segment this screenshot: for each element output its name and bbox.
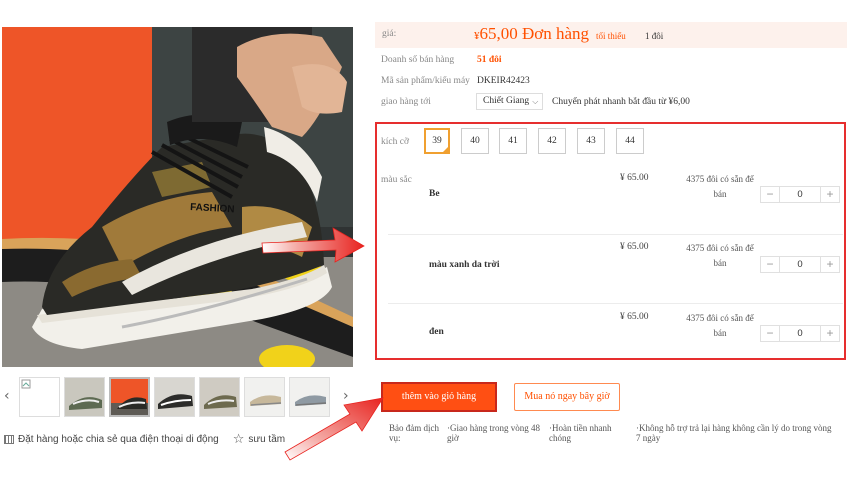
quantity-value[interactable]: 0 xyxy=(779,326,821,341)
quantity-value[interactable]: 0 xyxy=(779,257,821,272)
chevron-down-icon: ⌵ xyxy=(532,97,539,106)
size-option-40[interactable]: 40 xyxy=(461,128,489,154)
color-name: màu xanh da trời xyxy=(429,260,500,270)
color-stock: 4375 đôi có sẵn để bán xyxy=(686,313,754,338)
thumbnail-strip: ‹ › xyxy=(2,376,357,418)
price-amount: 65,00 xyxy=(479,24,518,43)
minus-icon[interactable]: − xyxy=(761,187,779,202)
price-value: ¥65,00 Đơn hàng xyxy=(474,24,589,44)
size-option-43[interactable]: 43 xyxy=(577,128,605,154)
thumbnail-6[interactable] xyxy=(244,377,285,417)
main-product-image: FASHION xyxy=(2,27,353,367)
size-option-39[interactable]: 39 xyxy=(424,128,450,154)
buy-now-button[interactable]: Mua nó ngay bây giờ xyxy=(514,383,620,411)
favorite-link[interactable]: sưu tầm xyxy=(248,434,285,445)
minus-icon[interactable]: − xyxy=(761,257,779,272)
share-row: Đặt hàng hoặc chia sẻ qua điện thoại di … xyxy=(4,432,285,447)
guarantee-item-refund: ·Hoàn tiền nhanh chóng xyxy=(549,423,612,443)
thumbnail-5[interactable] xyxy=(199,377,240,417)
guarantee-item-return: ·Không hỗ trợ trả lại hàng không cần lý … xyxy=(636,423,832,443)
quantity-stepper: − 0 + xyxy=(760,186,840,203)
shipping-label: giao hàng tới xyxy=(381,97,431,107)
arrow-left-icon[interactable]: ‹ xyxy=(4,388,10,404)
thumbnail-1[interactable] xyxy=(19,377,60,417)
guarantee-item-shipping: ·Giao hàng trong vòng 48 giờ xyxy=(447,423,540,443)
plus-icon[interactable]: + xyxy=(821,187,839,202)
plus-icon[interactable]: + xyxy=(821,326,839,341)
star-icon[interactable]: ☆ xyxy=(233,432,245,447)
size-label: kích cỡ xyxy=(381,137,409,147)
model-label: Mã sản phẩm/kiểu máy xyxy=(381,76,470,86)
arrow-right-icon[interactable]: › xyxy=(343,388,349,404)
thumbnail-3[interactable] xyxy=(109,377,150,417)
size-option-44[interactable]: 44 xyxy=(616,128,644,154)
minus-icon[interactable]: − xyxy=(761,326,779,341)
qr-code-icon xyxy=(4,435,14,444)
model-value: DKEIR42423 xyxy=(477,76,530,86)
guarantee-label: Bảo đảm dịch vụ: xyxy=(389,423,439,443)
color-row-black: đen ¥ 65.00 4375 đôi có sẵn để bán − 0 + xyxy=(388,306,843,358)
color-price: ¥ 65.00 xyxy=(620,242,649,252)
price-label: giá: xyxy=(382,29,397,39)
quantity-stepper: − 0 + xyxy=(760,256,840,273)
min-order-qty: 1 đôi xyxy=(645,31,664,41)
color-stock: 4375 đôi có sẵn để bán xyxy=(686,174,754,199)
shipping-note: Chuyển phát nhanh bắt đầu từ ¥6,00 xyxy=(552,97,690,107)
min-order-label: tối thiểu xyxy=(596,31,626,41)
quantity-value[interactable]: 0 xyxy=(779,187,821,202)
color-row-sky-blue: màu xanh da trời ¥ 65.00 4375 đôi có sẵn… xyxy=(388,236,843,304)
sales-label: Doanh số bán hàng xyxy=(381,55,455,65)
quantity-stepper: − 0 + xyxy=(760,325,840,342)
thumbnail-2[interactable] xyxy=(64,377,105,417)
color-price: ¥ 65.00 xyxy=(620,312,649,322)
price-unit: Đơn hàng xyxy=(522,24,590,43)
color-price: ¥ 65.00 xyxy=(620,173,649,183)
add-to-cart-button[interactable]: thêm vào giỏ hàng xyxy=(381,382,497,412)
shipping-destination-select[interactable]: Chiết Giang ⌵ xyxy=(476,93,544,110)
shipping-destination-value: Chiết Giang xyxy=(483,96,530,106)
color-stock: 4375 đôi có sẵn để bán xyxy=(686,243,754,268)
thumbnail-7[interactable] xyxy=(289,377,330,417)
color-name: đen xyxy=(429,327,444,337)
color-name: Be xyxy=(429,189,440,199)
size-option-41[interactable]: 41 xyxy=(499,128,527,154)
size-option-42[interactable]: 42 xyxy=(538,128,566,154)
plus-icon[interactable]: + xyxy=(821,257,839,272)
mobile-order-link[interactable]: Đặt hàng hoặc chia sẻ qua điện thoại di … xyxy=(18,434,219,445)
shoe-brand-text: FASHION xyxy=(190,202,235,215)
sales-value: 51 đôi xyxy=(477,55,502,65)
thumbnail-4[interactable] xyxy=(154,377,195,417)
color-row-be: Be ¥ 65.00 4375 đôi có sẵn để bán − 0 + xyxy=(388,167,843,235)
